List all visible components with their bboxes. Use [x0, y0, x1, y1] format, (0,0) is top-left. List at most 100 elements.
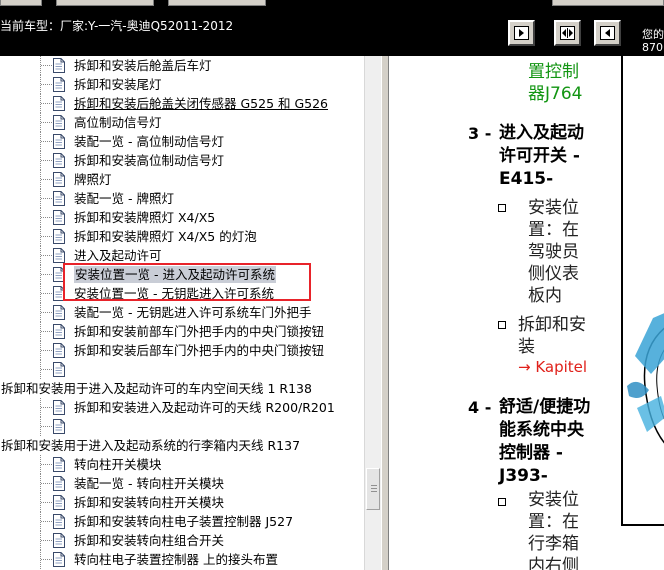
tree-scrollbar[interactable] [364, 56, 381, 570]
document-icon [53, 172, 65, 187]
document-icon [53, 495, 65, 510]
toolbar-button-fragment[interactable] [552, 0, 664, 6]
tree-item[interactable]: 牌照灯 [0, 170, 364, 189]
document-icon [53, 153, 65, 168]
tree-connector-line [41, 407, 52, 408]
tree-item[interactable]: 拆卸和安装尾灯 [0, 75, 364, 94]
tree-item-label: 拆卸和安装牌照灯 X4/X5 [74, 210, 216, 225]
tree-connector-line [41, 217, 52, 218]
tree-item[interactable]: 装配一览 - 无钥匙进入许可系统车门外把手 [0, 303, 364, 322]
tree-connector-line [41, 464, 52, 465]
tree-connector-line [41, 369, 52, 370]
tree-connector-line [41, 274, 52, 275]
item-title: 许可开关 - [499, 146, 580, 166]
tree-connector-line [41, 331, 52, 332]
expand-button[interactable] [554, 20, 581, 46]
last-page-icon [600, 26, 615, 40]
tree-item-label: 拆卸和安装尾灯 [74, 77, 162, 92]
document-icon [53, 305, 65, 320]
toolbar-button-fragment[interactable] [168, 0, 266, 6]
tree-item-label: 拆卸和安装进入及起动许可的天线 R200/R201 [74, 400, 335, 415]
tree-item[interactable] [0, 360, 364, 379]
document-icon [53, 191, 65, 206]
tree-connector-line [41, 122, 52, 123]
top-bar: 当前车型：厂家:Y-一汽-奥迪Q52011-2012 您的 870 [0, 0, 664, 56]
first-page-button[interactable] [508, 20, 535, 46]
tree-item[interactable]: 拆卸和安装后舱盖后车灯 [0, 56, 364, 75]
tree-item-label: 进入及起动许可 [74, 248, 162, 263]
tree-item[interactable]: 拆卸和安装牌照灯 X4/X5 的灯泡 [0, 227, 364, 246]
tree-item[interactable]: 拆卸和安装转向柱开关模块 [0, 493, 364, 512]
tree-connector-line [41, 521, 52, 522]
tree-item[interactable]: 装配一览 - 高位制动信号灯 [0, 132, 364, 151]
tree-item[interactable]: 高位制动信号灯 [0, 113, 364, 132]
tree-connector-line [41, 350, 52, 351]
last-page-button[interactable] [594, 20, 621, 46]
item-title: 进入及起动 [499, 123, 584, 143]
document-icon [53, 476, 65, 491]
tree-item-label: 装配一览 - 无钥匙进入许可系统车门外把手 [74, 305, 312, 320]
tree-item[interactable]: 拆卸和安装牌照灯 X4/X5 [0, 208, 364, 227]
tree-item-label: 牌照灯 [74, 172, 112, 187]
document-icon [53, 77, 65, 92]
sub-text: 侧仪表 [528, 264, 579, 284]
sub-text: 行李箱 [528, 534, 579, 554]
pane-splitter[interactable] [381, 56, 389, 570]
tree-item[interactable]: 拆卸和安装转向柱组合开关 [0, 531, 364, 550]
document-icon [53, 552, 65, 567]
tree-item-label: 拆卸和安装用于进入及起动许可的车内空间天线 1 R138 [1, 381, 312, 396]
tree-item[interactable]: 装配一览 - 牌照灯 [0, 189, 364, 208]
tree-item[interactable]: 拆卸和安装前部车门外把手内的中央门锁按钮 [0, 322, 364, 341]
tree-item-label: 拆卸和安装前部车门外把手内的中央门锁按钮 [74, 324, 325, 339]
tree-connector-line [41, 483, 52, 484]
tree-item[interactable]: 拆卸和安装用于进入及起动系统的行李箱内天线 R137 [0, 436, 364, 455]
grip-line [371, 488, 377, 489]
toolbar-button-fragment[interactable] [0, 0, 42, 6]
tree-item-label: 拆卸和安装高位制动信号灯 [74, 153, 225, 168]
tree-item-label: 拆卸和安装转向柱开关模块 [74, 495, 225, 510]
tree-item[interactable]: 拆卸和安装后部车门外把手内的中央门锁按钮 [0, 341, 364, 360]
tree-item[interactable]: 拆卸和安装转向柱电子装置控制器 J527 [0, 512, 364, 531]
tree-item[interactable] [0, 417, 364, 436]
tree-item-label: 拆卸和安装用于进入及起动系统的行李箱内天线 R137 [1, 438, 301, 453]
tree-item[interactable]: 拆卸和安装高位制动信号灯 [0, 151, 364, 170]
tree-item-label: 装配一览 - 牌照灯 [74, 191, 174, 206]
tree-connector-line [41, 312, 52, 313]
tree-connector-line [41, 255, 52, 256]
tree-item[interactable]: 拆卸和安装用于进入及起动许可的车内空间天线 1 R138 [0, 379, 364, 398]
document-icon [53, 115, 65, 130]
tree-item-label: 拆卸和安装转向柱组合开关 [74, 533, 225, 548]
tree-item[interactable]: 装配一览 - 转向柱开关模块 [0, 474, 364, 493]
document-icon [53, 58, 65, 73]
tree-item[interactable]: 拆卸和安装后舱盖关闭传感器 G525 和 G526 [0, 94, 364, 113]
bullet-icon [498, 498, 506, 506]
tree-connector-line [41, 179, 52, 180]
document-icon [53, 343, 65, 358]
tree-item[interactable]: 转向柱开关模块 [0, 455, 364, 474]
tree-item[interactable]: 拆卸和安装进入及起动许可的天线 R200/R201 [0, 398, 364, 417]
tree-item-label: 转向柱电子装置控制器 上的接头布置 [74, 552, 278, 567]
tree-connector-line [41, 103, 52, 104]
document-icon [53, 324, 65, 339]
scrollbar-thumb[interactable] [366, 468, 380, 510]
document-icon [53, 457, 65, 472]
sub-text: 安装位 [528, 490, 579, 510]
document-tree[interactable]: 拆卸和安装后舱盖后车灯拆卸和安装尾灯拆卸和安装后舱盖关闭传感器 G525 和 G… [0, 56, 364, 570]
tree-item[interactable]: 转向柱电子装置控制器 上的接头布置 [0, 550, 364, 569]
document-icon [53, 210, 65, 225]
toolbar-button-fragment[interactable] [56, 0, 154, 6]
tree-item-label: 转向柱开关模块 [74, 457, 162, 472]
kapitel-link[interactable]: → Kapitel [518, 358, 587, 376]
tree-item-label: 拆卸和安装转向柱电子装置控制器 J527 [74, 514, 294, 529]
user-info-text: 您的 [642, 28, 664, 41]
item-title: 能系统中央 [499, 420, 584, 440]
grip-line [371, 491, 377, 492]
sub-text: 安装位 [528, 198, 579, 218]
document-icon [53, 96, 65, 111]
tree-connector-line [41, 160, 52, 161]
expand-icon [560, 26, 575, 40]
grip-line [371, 485, 377, 486]
tree-connector-line [41, 293, 52, 294]
tree-connector-line [41, 65, 52, 66]
sub-text: 驾驶员 [528, 242, 579, 262]
